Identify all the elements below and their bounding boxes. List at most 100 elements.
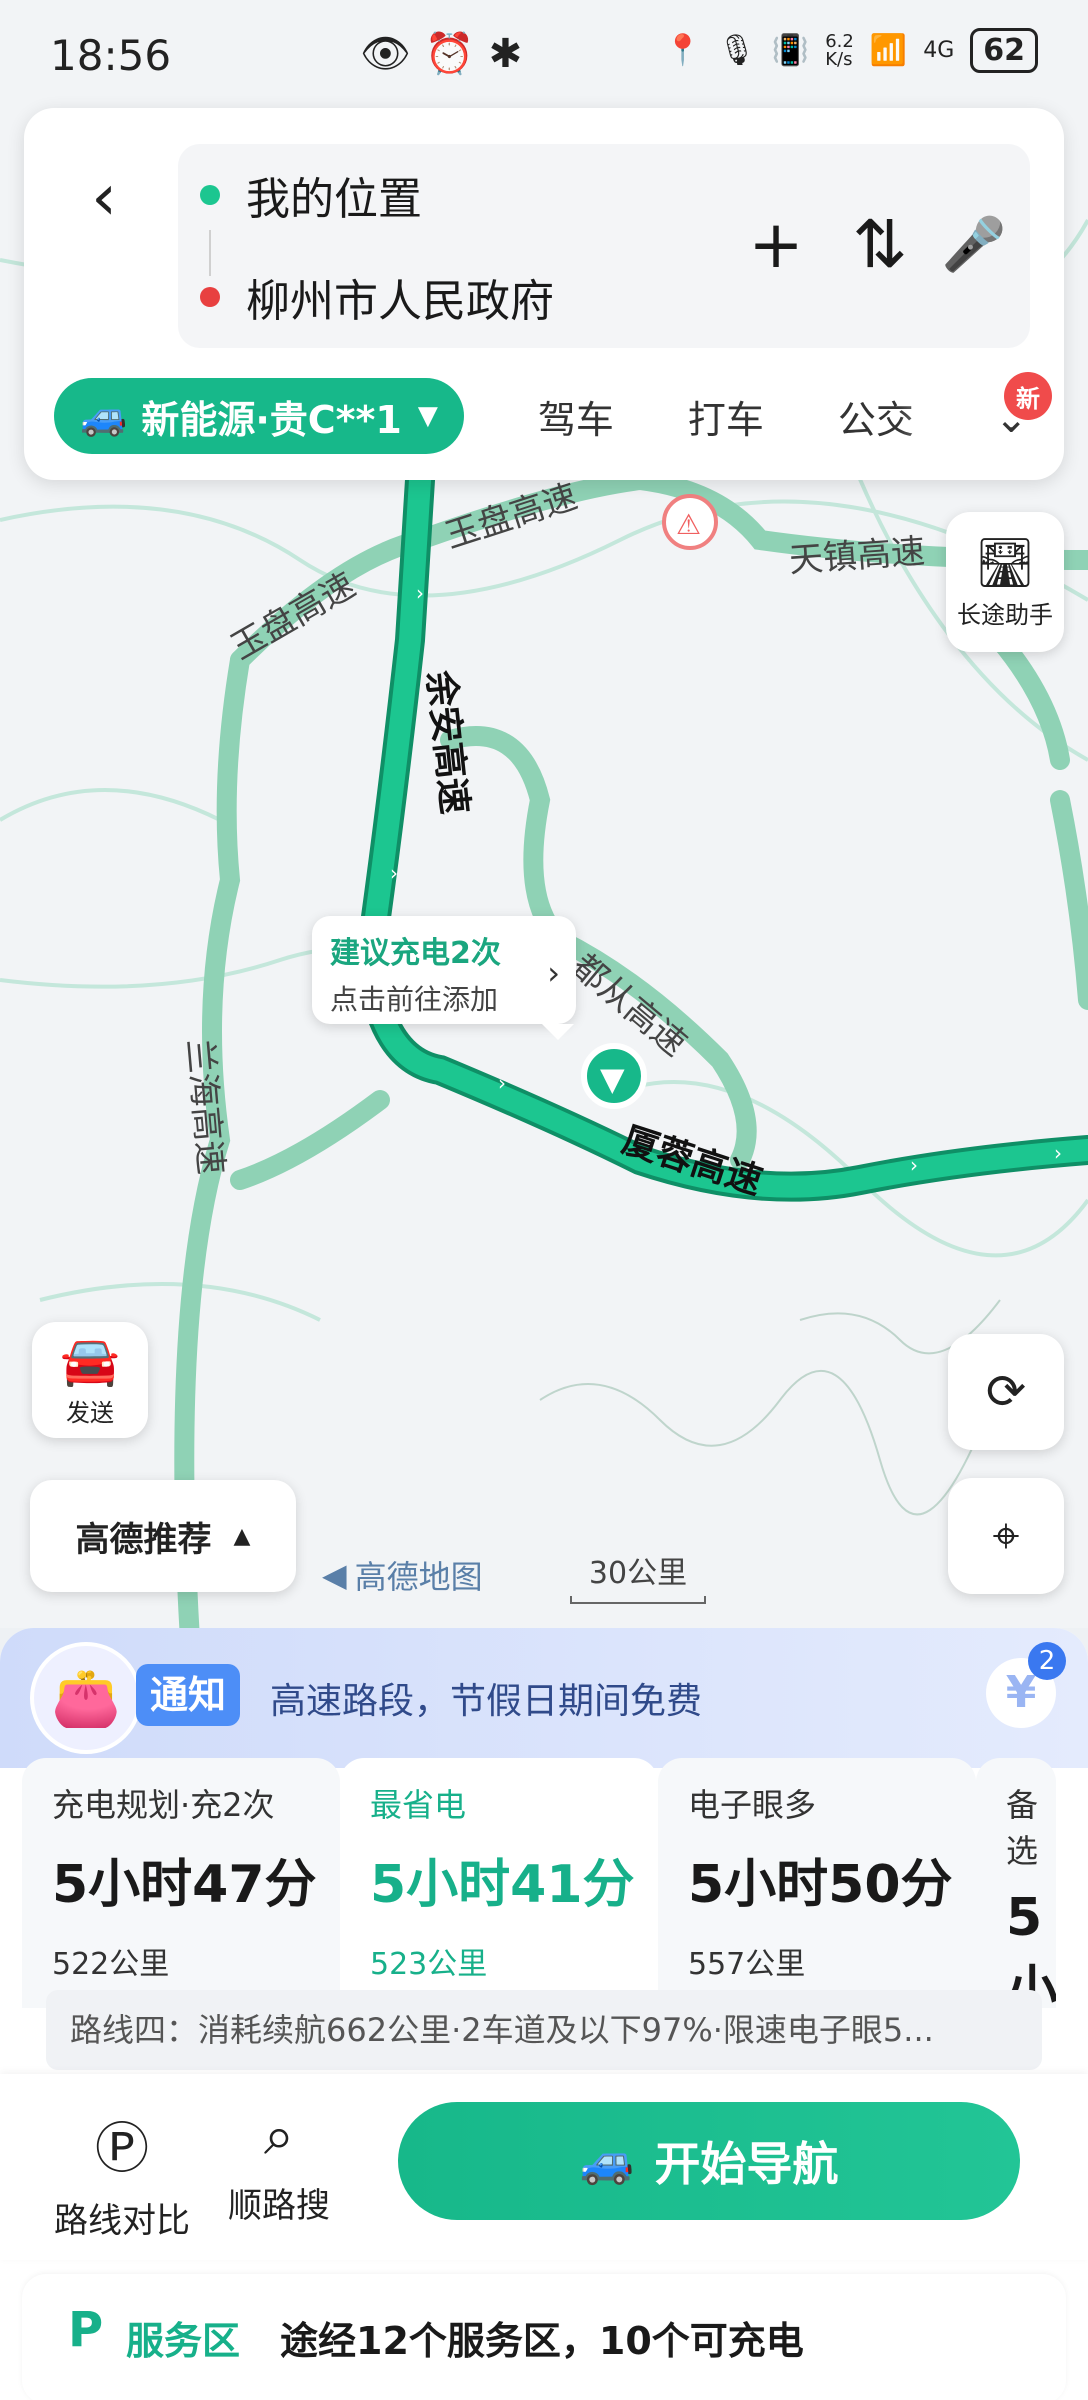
route-name: 电子眼多	[688, 1786, 817, 1824]
map-scale: 30公里	[570, 1548, 706, 1604]
send-to-car-button[interactable]: 🚘 发送	[32, 1322, 148, 1438]
refresh-icon: ⟳	[985, 1364, 1027, 1420]
route-duration: 5小时50分	[688, 1855, 953, 1915]
recommend-label: 高德推荐	[75, 1519, 212, 1560]
amap-logo-icon: ◀	[322, 1556, 347, 1594]
route-distance: 523公里	[370, 1947, 488, 1982]
route-distance: 522公里	[52, 1947, 170, 1982]
notice-banner[interactable]: 👛 通知 高速路段，节假日期间免费 ¥ 2	[0, 1628, 1088, 1768]
service-title: 服务区	[126, 2319, 241, 2363]
caret-up-icon: ▲	[233, 1523, 251, 1549]
service-text: 途经12个服务区，10个可充电	[280, 2319, 804, 2363]
scale-text: 30公里	[588, 1556, 688, 1591]
svg-text:›: ›	[390, 861, 398, 885]
notice-tag: 通知	[136, 1664, 241, 1726]
destination-dot-icon	[200, 287, 220, 307]
tab-drive[interactable]: 驾车	[538, 389, 614, 444]
new-badge: 新	[1004, 372, 1052, 420]
logo-text: 高德地图	[354, 1558, 483, 1596]
route-inputs: 我的位置 柳州市人民政府 + ⇅ 🎤	[178, 144, 1030, 348]
route-panel: 👛 通知 高速路段，节假日期间免费 ¥ 2 充电规划·充2次 5小时47分 52…	[0, 1628, 1088, 2400]
route-option-selected[interactable]: 最省电 5小时41分 523公里	[340, 1758, 658, 2008]
svg-text:▼: ▼	[600, 1060, 625, 1098]
destination-field[interactable]: 柳州市人民政府	[200, 262, 554, 332]
route-distance: 557公里	[688, 1947, 806, 1982]
route-option[interactable]: 电子眼多 5小时50分 557公里	[658, 1758, 976, 2008]
wallet-icon: 👛	[30, 1642, 142, 1754]
start-nav-label: 开始导航	[654, 2137, 839, 2191]
ev-car-icon: 🚙	[80, 393, 128, 438]
scale-bar	[570, 1596, 706, 1604]
route-options: 充电规划·充2次 5小时47分 522公里 最省电 5小时41分 523公里 电…	[22, 1758, 1088, 2008]
notice-text: 高速路段，节假日期间免费	[270, 1681, 703, 1722]
add-waypoint-button[interactable]: +	[736, 204, 816, 284]
charge-tip-sub: 点击前往添加	[330, 983, 499, 1016]
back-button[interactable]: ‹	[74, 158, 134, 238]
route-name: 最省电	[370, 1786, 467, 1824]
caret-down-icon: ▼	[417, 401, 438, 431]
route-name: 备选	[1006, 1786, 1039, 1870]
tabs-fade	[898, 378, 978, 454]
compare-label: 路线对比	[54, 2201, 190, 2241]
search-along-button[interactable]: ⌕ 顺路搜	[228, 2104, 330, 2227]
alarm-icon: ⏰	[424, 31, 475, 77]
svg-text:›: ›	[498, 1071, 506, 1095]
pk-icon: Ⓟ	[95, 2117, 149, 2180]
crosshair-icon: ⌖	[992, 1507, 1020, 1564]
svg-text:›: ›	[1054, 1141, 1062, 1165]
destination-text: 柳州市人民政府	[246, 276, 554, 327]
route-name: 充电规划·充2次	[52, 1786, 275, 1824]
origin-dot-icon	[200, 185, 220, 205]
route-option[interactable]: 备选 5小 545	[976, 1758, 1056, 2008]
vibrate-icon: 📳	[771, 33, 810, 68]
charge-suggestion-bubble[interactable]: 建议充电2次 点击前往添加 ›	[312, 916, 576, 1040]
refresh-route-button[interactable]: ⟳	[948, 1334, 1064, 1450]
svg-text:›: ›	[416, 581, 424, 605]
parking-icon: P	[68, 2302, 104, 2358]
start-navigation-button[interactable]: 🚙 开始导航	[398, 2102, 1020, 2220]
car-send-icon: 🚘	[60, 1333, 120, 1389]
hotspot-icon: 📶	[869, 33, 908, 68]
map-logo: ◀ 高德地图	[322, 1552, 483, 1598]
long-trip-label: 长途助手	[957, 601, 1053, 629]
active-mode-label: 新能源·贵C**1	[141, 397, 402, 442]
ev-car-icon: 🚙	[579, 2136, 635, 2187]
recommend-dropdown[interactable]: 高德推荐 ▲	[30, 1480, 296, 1592]
tab-taxi[interactable]: 打车	[688, 389, 764, 444]
charge-tip-title: 建议充电2次	[330, 936, 501, 971]
chevron-right-icon: ›	[547, 954, 560, 992]
network-type: 4G	[923, 38, 955, 63]
eye-icon: 👁	[360, 31, 411, 77]
bluetooth-icon: ✱	[488, 30, 523, 77]
voice-button[interactable]: 🎤	[934, 204, 1014, 284]
svg-text:›: ›	[910, 1153, 918, 1177]
service-area-card[interactable]: P 服务区 途经12个服务区，10个可充电	[22, 2274, 1066, 2400]
status-icons-right: 📍 🎙 📳 6.2 K/s 📶 4G 62	[664, 28, 1038, 73]
mic-status-icon: 🎙	[717, 33, 756, 68]
battery-indicator: 62	[970, 28, 1038, 73]
route-option[interactable]: 充电规划·充2次 5小时47分 522公里	[22, 1758, 340, 2008]
route-compare-button[interactable]: Ⓟ 路线对比	[54, 2104, 190, 2242]
long-trip-assistant-button[interactable]: 🛣 长途助手	[946, 512, 1064, 652]
route-search-card: ‹ 我的位置 柳州市人民政府 + ⇅ 🎤 🚙 新能源·贵C**1 ▼ 驾车 打车…	[24, 108, 1064, 480]
net-speed: 6.2 K/s	[825, 30, 854, 70]
origin-field[interactable]: 我的位置	[200, 160, 422, 230]
road-trip-icon: 🛣	[974, 535, 1036, 591]
search-along-label: 顺路搜	[228, 2186, 330, 2226]
route-duration: 5小时47分	[52, 1855, 317, 1915]
search-icon: ⌕	[263, 2104, 295, 2167]
swap-button[interactable]: ⇅	[840, 204, 920, 284]
status-icons-left: 👁 ⏰ ✱	[360, 30, 523, 78]
locate-button[interactable]: ⌖	[948, 1478, 1064, 1594]
route-info[interactable]: 路线四：消耗续航662公里·2车道及以下97%·限速电子眼5...	[46, 1990, 1042, 2070]
action-bar: Ⓟ 路线对比 ⌕ 顺路搜 🚙 开始导航	[0, 2074, 1088, 2260]
travel-mode-tabs: 🚙 新能源·贵C**1 ▼ 驾车 打车 公交	[54, 378, 914, 454]
tab-new-energy[interactable]: 🚙 新能源·贵C**1 ▼	[54, 378, 464, 454]
status-time: 18:56	[50, 30, 172, 80]
status-bar: 18:56 👁 ⏰ ✱ 📍 🎙 📳 6.2 K/s 📶 4G 62	[0, 0, 1088, 110]
origin-text: 我的位置	[246, 174, 422, 225]
location-icon: 📍	[664, 33, 702, 68]
coupon-count-badge: 2	[1028, 1642, 1066, 1680]
send-label: 发送	[66, 1399, 114, 1427]
svg-text:⚠: ⚠	[676, 508, 701, 541]
